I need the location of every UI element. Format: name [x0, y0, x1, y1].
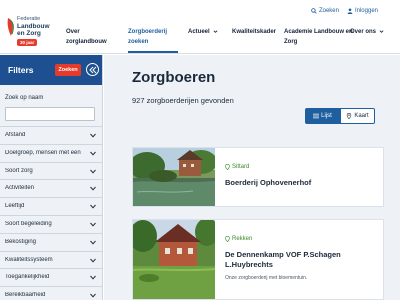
chevron-down-icon: [90, 276, 96, 280]
list-icon: [313, 113, 320, 119]
logo-line3: en Zorg: [17, 30, 41, 37]
filter-soort-begeleiding[interactable]: Soort begeleiding: [0, 214, 102, 233]
results-main: Zorgboeren 927 zorgboerderijen gevonden …: [104, 55, 400, 300]
filter-afstand[interactable]: Afstand: [0, 126, 102, 144]
card-location: Sittard: [225, 164, 249, 170]
filter-doelgroep[interactable]: Doelgroep, mensen met een: [0, 143, 102, 162]
filter-toegankelijkheid[interactable]: Toegankelijkheid: [0, 268, 102, 286]
top-links: Zoeken Inloggen: [311, 8, 378, 14]
filter-kwaliteitssysteem[interactable]: Kwaliteitssysteem: [0, 250, 102, 269]
location-pin-icon: [225, 164, 230, 170]
location-pin-icon: [225, 236, 230, 242]
chevron-down-icon: [90, 151, 96, 156]
result-count: 927 zorgboerderijen gevonden: [132, 96, 234, 105]
farm-photo: [133, 220, 215, 299]
card-title[interactable]: De Dennenkamp VOF P.Schagen L.Huybrechts: [225, 250, 375, 270]
filter-bereikbaarheid[interactable]: Bereikbaarheid: [0, 286, 102, 304]
anniversary-badge: 30 jaar: [17, 39, 38, 46]
farm-photo: [133, 148, 215, 206]
card-location: Rekken: [225, 236, 252, 242]
page-title: Zorgboeren: [132, 69, 216, 86]
card-title[interactable]: Boerderij Ophovenerhof: [225, 178, 375, 188]
chevron-down-icon: [90, 258, 96, 263]
user-icon: [347, 8, 353, 14]
nav-item-kwaliteitskader[interactable]: Kwaliteitskader: [232, 27, 288, 37]
filter-list: Afstand Doelgroep, mensen met een Soort …: [0, 126, 102, 304]
filter-leeftijd[interactable]: Leeftijd: [0, 197, 102, 215]
login-link[interactable]: Inloggen: [347, 8, 378, 14]
filter-activiteiten[interactable]: Activiteiten: [0, 179, 102, 197]
chevron-down-icon: [90, 133, 96, 138]
map-pin-icon: [347, 113, 352, 119]
map-view-button[interactable]: Kaart: [340, 108, 375, 124]
chevron-down-icon: [379, 30, 384, 33]
login-link-label: Inloggen: [354, 8, 378, 14]
filter-soort-zorg[interactable]: Soort zorg: [0, 161, 102, 180]
filter-sidebar: Filters Zoeken Zoek op naam Afstand Doel…: [0, 55, 103, 300]
chevron-down-icon: [90, 293, 96, 298]
name-search-input[interactable]: [5, 107, 95, 121]
logo-line2: Landbouw: [17, 23, 50, 30]
view-toggle: Lijst Kaart: [305, 108, 375, 124]
site-header: Federatie Landbouw en Zorg 30 jaar Zoeke…: [0, 0, 400, 54]
nav-item-academie[interactable]: Academie Landbouw en Zorg: [284, 27, 356, 47]
chevron-down-icon: [90, 169, 96, 174]
farm-card[interactable]: Rekken De Dennenkamp VOF P.Schagen L.Huy…: [132, 219, 384, 300]
logo-line1: Federatie: [17, 16, 41, 22]
chevron-down-icon: [90, 187, 96, 191]
nav-item-actueel[interactable]: Actueel: [188, 27, 228, 37]
filters-title: Filters: [8, 65, 34, 75]
site-logo[interactable]: Federatie Landbouw en Zorg 30 jaar: [7, 12, 59, 50]
double-chevron-left-icon: [89, 66, 97, 74]
chevron-down-icon: [90, 240, 96, 245]
chevron-down-icon: [213, 30, 218, 33]
chevron-down-icon: [90, 204, 96, 209]
filters-header: Filters Zoeken: [0, 55, 102, 85]
farm-card[interactable]: Sittard Boerderij Ophovenerhof: [132, 147, 384, 207]
search-icon: [311, 8, 317, 14]
name-search-label: Zoek op naam: [5, 95, 44, 101]
nav-item-zorgboerderij-zoeken[interactable]: Zorgboerderij zoeken: [128, 27, 180, 47]
search-link[interactable]: Zoeken: [311, 8, 339, 14]
list-view-button[interactable]: Lijst: [305, 108, 340, 124]
card-description: Onze zorgboerderij met bloementuin.: [225, 275, 308, 281]
nav-item-over-zorglandbouw[interactable]: Over zorglandbouw: [66, 27, 116, 47]
search-link-label: Zoeken: [318, 8, 339, 14]
active-nav-indicator: [128, 51, 178, 53]
search-filters-button[interactable]: Zoeken: [55, 64, 81, 76]
chevron-down-icon: [90, 222, 96, 227]
nav-item-over-ons[interactable]: Over ons: [350, 27, 390, 37]
collapse-sidebar-button[interactable]: [86, 63, 99, 76]
filter-bekostiging[interactable]: Bekostiging: [0, 232, 102, 251]
leaf-logo-icon: [7, 18, 14, 36]
